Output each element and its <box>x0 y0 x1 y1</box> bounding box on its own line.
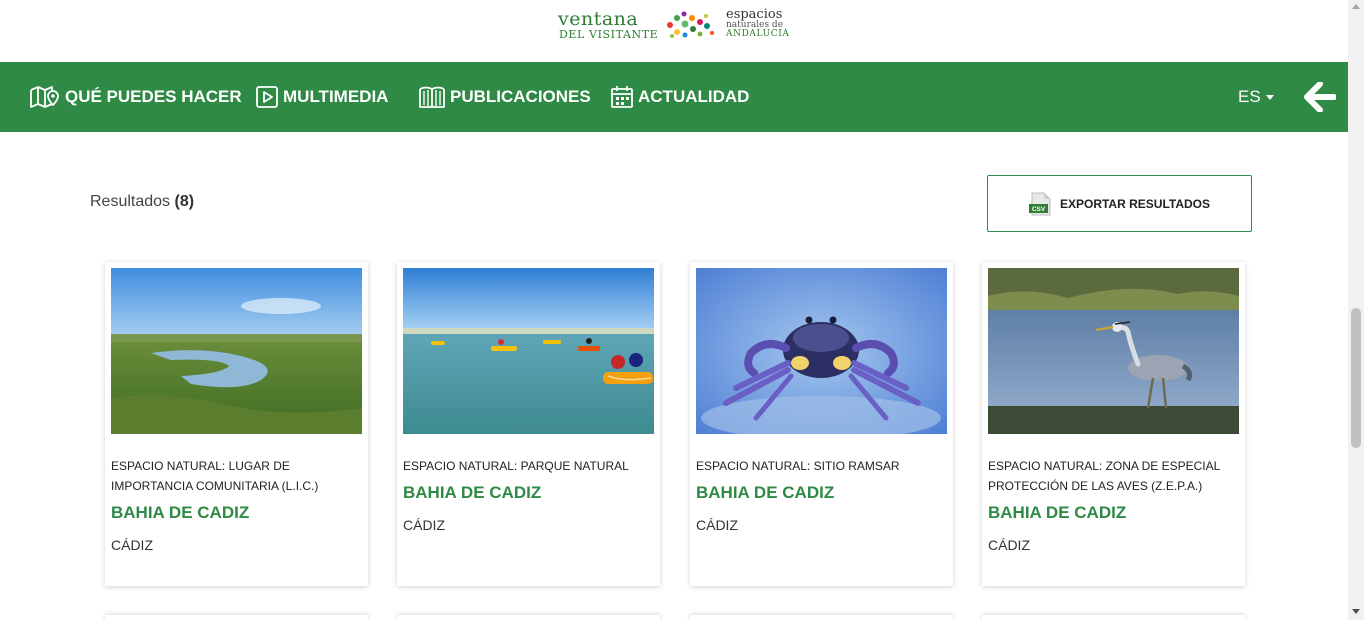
nav-label: ACTUALIDAD <box>638 87 750 106</box>
results-label: Resultados <box>90 193 171 210</box>
calendar-icon <box>611 86 633 108</box>
logo-text-ventana: ventana <box>558 8 639 30</box>
card-title[interactable]: BAHIA DE CADIZ <box>696 483 834 503</box>
marsh-landscape-image <box>111 268 362 434</box>
card-category: ESPACIO NATURAL: ZONA DE ESPECIAL PROTEC… <box>988 459 1220 493</box>
card-province: CÁDIZ <box>111 537 153 553</box>
export-results-button[interactable]: CSV EXPORTAR RESULTADOS <box>987 175 1252 232</box>
logo-bar: ventana DEL VISITANTE espacios naturales… <box>0 0 1348 62</box>
result-card-partial[interactable] <box>397 615 660 620</box>
scroll-up-arrow-icon[interactable] <box>1352 4 1360 9</box>
nav-item-publicaciones[interactable]: PUBLICACIONES <box>418 62 591 132</box>
nav-label: PUBLICACIONES <box>450 87 591 106</box>
language-label: ES <box>1238 87 1261 106</box>
kayakers-image <box>403 268 654 434</box>
nav-label: MULTIMEDIA <box>283 87 389 106</box>
result-card-partial[interactable] <box>690 615 953 620</box>
card-image <box>988 268 1239 434</box>
caret-down-icon <box>1265 94 1274 100</box>
results-count: Resultados (8) <box>90 193 194 211</box>
logo-text-visitante: DEL VISITANTE <box>559 28 659 41</box>
logo-text-andalucia: ANDALUCIA <box>726 29 790 39</box>
result-card[interactable]: ESPACIO NATURAL: LUGAR DE IMPORTANCIA CO… <box>105 262 368 586</box>
card-category: ESPACIO NATURAL: SITIO RAMSAR <box>696 459 900 473</box>
card-image <box>111 268 362 434</box>
result-card[interactable]: ESPACIO NATURAL: SITIO RAMSAR BAHIA DE C… <box>690 262 953 586</box>
card-category: ESPACIO NATURAL: PARQUE NATURAL <box>403 459 629 473</box>
scroll-down-arrow-icon[interactable] <box>1352 609 1360 614</box>
nav-item-multimedia[interactable]: MULTIMEDIA <box>255 62 388 132</box>
logo-text-espacios: espacios <box>726 7 783 22</box>
main-nav: QUÉ PUEDES HACER MULTIMEDIA PUBLICACIONE… <box>0 62 1348 132</box>
card-province: CÁDIZ <box>403 517 445 533</box>
vertical-scrollbar[interactable] <box>1348 0 1364 620</box>
card-title[interactable]: BAHIA DE CADIZ <box>403 483 541 503</box>
nav-item-actualidad[interactable]: ACTUALIDAD <box>610 62 749 132</box>
export-label: EXPORTAR RESULTADOS <box>1059 196 1210 211</box>
book-icon <box>419 86 445 108</box>
csv-file-icon: CSV <box>1028 192 1051 215</box>
nav-label: QUÉ PUEDES HACER <box>65 87 242 106</box>
grey-heron-image <box>988 268 1239 434</box>
result-card[interactable]: ESPACIO NATURAL: ZONA DE ESPECIAL PROTEC… <box>982 262 1245 586</box>
result-card-partial[interactable] <box>105 615 368 620</box>
card-province: CÁDIZ <box>988 537 1030 553</box>
card-title[interactable]: BAHIA DE CADIZ <box>111 503 249 523</box>
csv-icon-text: CSV <box>1032 206 1046 213</box>
results-number: (8) <box>174 193 195 210</box>
language-selector[interactable]: ES <box>1238 62 1274 132</box>
fiddler-crab-image <box>696 268 947 434</box>
site-logo[interactable]: ventana DEL VISITANTE espacios naturales… <box>558 8 792 44</box>
arrow-left-icon[interactable] <box>1304 82 1336 112</box>
card-province: CÁDIZ <box>696 517 738 533</box>
card-title[interactable]: BAHIA DE CADIZ <box>988 503 1126 523</box>
card-image <box>403 268 654 434</box>
nav-item-que-puedes-hacer[interactable]: QUÉ PUEDES HACER <box>29 62 242 132</box>
page: ventana DEL VISITANTE espacios naturales… <box>0 0 1364 620</box>
card-category: ESPACIO NATURAL: LUGAR DE IMPORTANCIA CO… <box>111 459 319 493</box>
scrollbar-thumb[interactable] <box>1351 308 1361 448</box>
play-icon <box>256 86 278 108</box>
result-card[interactable]: ESPACIO NATURAL: PARQUE NATURAL BAHIA DE… <box>397 262 660 586</box>
logo-mark-icon <box>667 11 714 38</box>
map-pin-icon <box>30 86 59 108</box>
card-image <box>696 268 947 434</box>
result-card-partial[interactable] <box>982 615 1245 620</box>
